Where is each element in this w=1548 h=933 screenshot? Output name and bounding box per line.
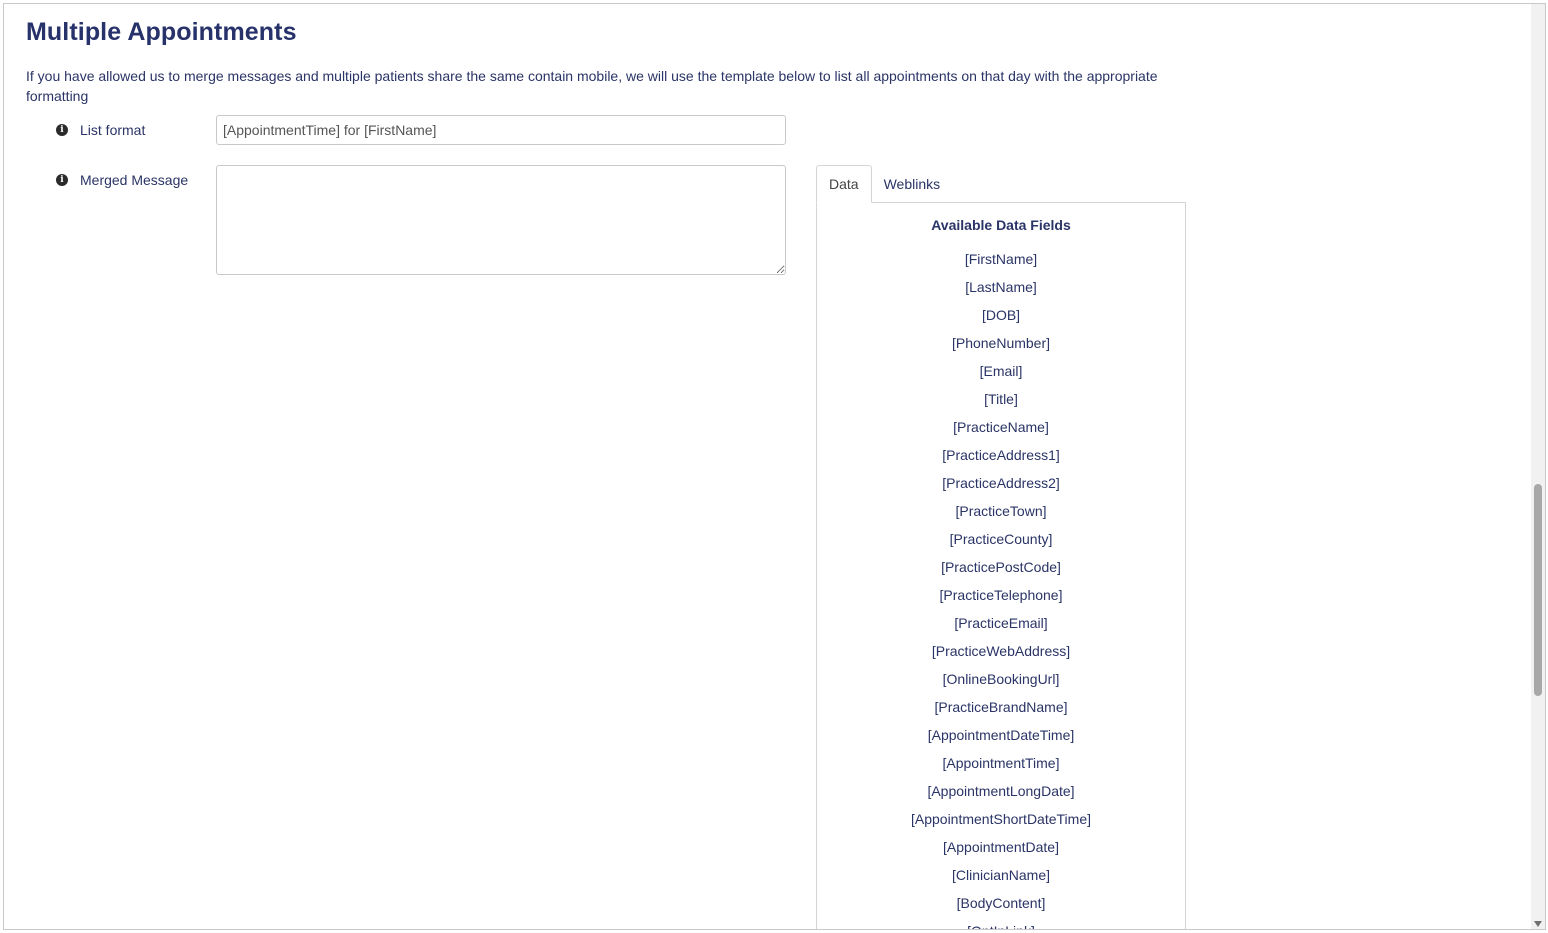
page-description: If you have allowed us to merge messages… (26, 68, 1158, 104)
scroll-down-arrow-icon[interactable] (1534, 921, 1542, 927)
list-format-label: List format (80, 122, 146, 138)
tab-data[interactable]: Data (816, 165, 872, 203)
data-field-item[interactable]: [PracticeBrandName] (817, 693, 1185, 721)
data-field-item[interactable]: [Email] (817, 357, 1185, 385)
data-field-item[interactable]: [DOB] (817, 301, 1185, 329)
data-field-item[interactable]: [PracticeAddress2] (817, 469, 1185, 497)
data-field-list: [FirstName] [LastName] [DOB] [PhoneNumbe… (817, 245, 1185, 929)
data-field-item[interactable]: [AppointmentDate] (817, 833, 1185, 861)
data-field-item[interactable]: [PracticeTown] (817, 497, 1185, 525)
data-field-item[interactable]: [AppointmentDateTime] (817, 721, 1185, 749)
tab-weblinks[interactable]: Weblinks (872, 165, 953, 203)
list-format-input[interactable] (216, 115, 786, 145)
page-frame: Multiple Appointments If you have allowe… (3, 3, 1546, 930)
merged-message-textarea[interactable] (216, 165, 786, 275)
list-format-label-group: i List format (56, 122, 145, 138)
data-field-item[interactable]: [PracticeEmail] (817, 609, 1185, 637)
data-fields-panel: Available Data Fields [FirstName] [LastN… (816, 202, 1186, 929)
info-icon[interactable]: i (56, 174, 68, 186)
data-field-item[interactable]: [ClinicianName] (817, 861, 1185, 889)
merged-message-label: Merged Message (80, 172, 189, 188)
data-field-item[interactable]: [FirstName] (817, 245, 1185, 273)
info-icon[interactable]: i (56, 124, 68, 136)
data-field-item[interactable]: [PracticeCounty] (817, 525, 1185, 553)
data-field-item[interactable]: [PracticeAddress1] (817, 441, 1185, 469)
data-field-item[interactable]: [LastName] (817, 273, 1185, 301)
page-title: Multiple Appointments (26, 18, 297, 46)
field-tabs: Data Weblinks (816, 165, 952, 203)
data-field-item[interactable]: [AppointmentTime] (817, 749, 1185, 777)
merged-message-label-group: i Merged Message (56, 172, 188, 188)
data-field-item[interactable]: [PracticeName] (817, 413, 1185, 441)
data-field-item[interactable]: [PhoneNumber] (817, 329, 1185, 357)
data-field-item[interactable]: [PracticePostCode] (817, 553, 1185, 581)
available-data-fields-title: Available Data Fields (931, 217, 1071, 233)
scrollbar-thumb[interactable] (1534, 484, 1542, 696)
data-field-item[interactable]: [OptInLink] (817, 917, 1185, 929)
data-field-item[interactable]: [PracticeWebAddress] (817, 637, 1185, 665)
data-field-item[interactable]: [AppointmentLongDate] (817, 777, 1185, 805)
data-field-item[interactable]: [Title] (817, 385, 1185, 413)
data-field-item[interactable]: [AppointmentShortDateTime] (817, 805, 1185, 833)
data-field-item[interactable]: [OnlineBookingUrl] (817, 665, 1185, 693)
vertical-scrollbar[interactable] (1531, 4, 1545, 929)
data-field-item[interactable]: [BodyContent] (817, 889, 1185, 917)
data-field-item[interactable]: [PracticeTelephone] (817, 581, 1185, 609)
